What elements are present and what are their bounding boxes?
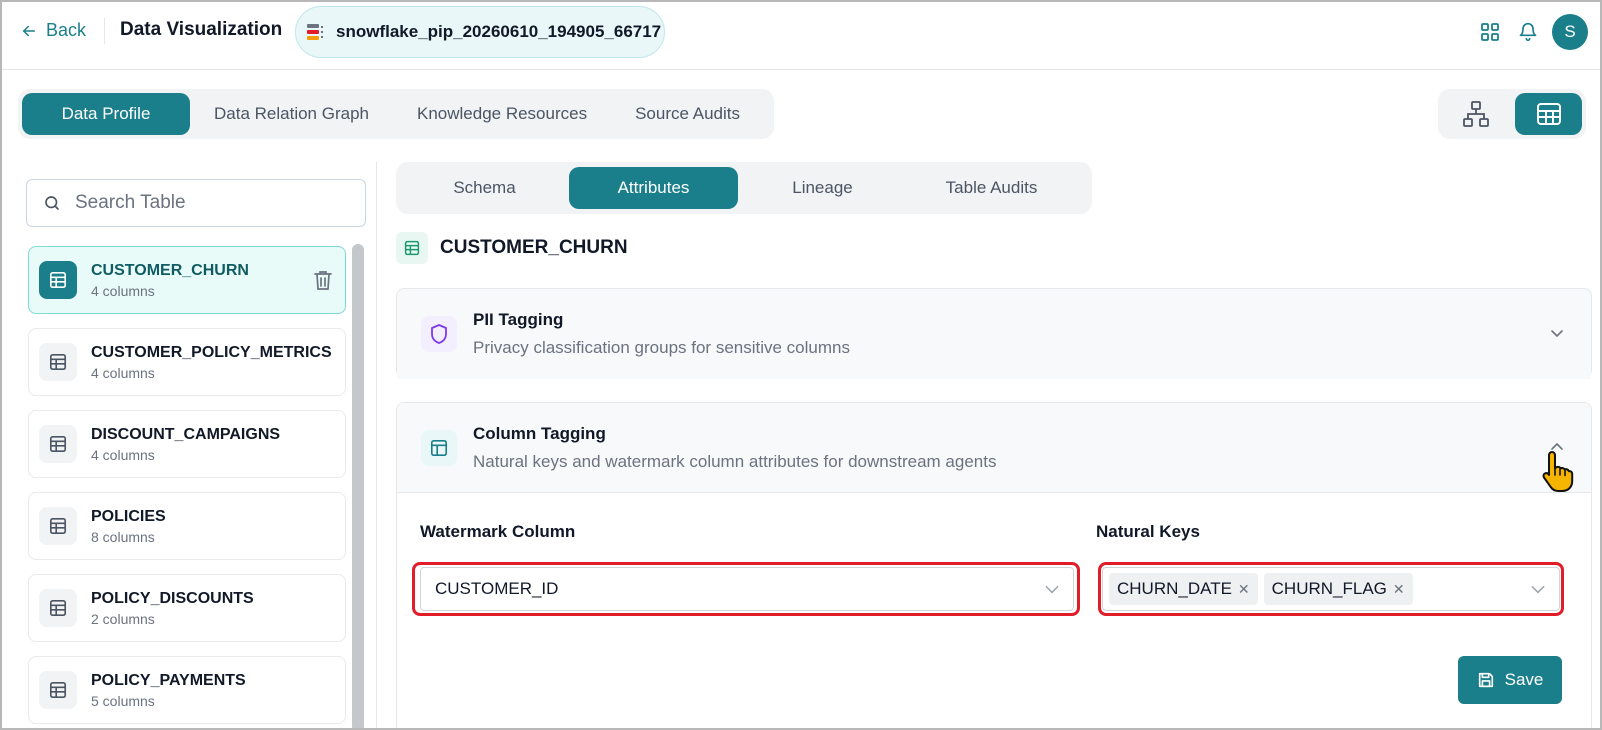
table-icon (39, 507, 77, 545)
table-name: DISCOUNT_CAMPAIGNS (91, 425, 281, 443)
table-grid-icon (1536, 103, 1561, 125)
panel-divider (376, 162, 377, 728)
table-name: POLICIES (91, 507, 166, 525)
back-button[interactable]: Back (20, 20, 86, 41)
graph-view-button[interactable] (1442, 93, 1509, 135)
tag-label: CHURN_DATE (1117, 579, 1232, 598)
save-label: Save (1504, 670, 1544, 689)
notifications-button[interactable] (1516, 20, 1540, 44)
table-list: CUSTOMER_CHURN 4 columns CUSTOMER_POLICY… (26, 246, 346, 728)
column-count: 4 columns (91, 446, 155, 463)
column-count: 4 columns (91, 364, 155, 381)
search-icon (45, 196, 59, 210)
main-tab-bar: Data Profile Data Relation Graph Knowled… (18, 89, 774, 139)
natural-keys-multiselect[interactable]: CHURN_DATE ✕ CHURN_FLAG ✕ (1102, 567, 1560, 611)
remove-tag-icon[interactable]: ✕ (1238, 581, 1250, 598)
pii-tagging-subtitle: Privacy classification groups for sensit… (473, 338, 850, 357)
table-icon (39, 589, 77, 627)
search-table-box (26, 179, 366, 227)
column-count: 5 columns (91, 692, 155, 709)
apps-grid-icon (1481, 23, 1499, 41)
watermark-column-label: Watermark Column (420, 522, 576, 541)
shield-icon (421, 316, 457, 352)
table-name: CUSTOMER_POLICY_METRICS (91, 343, 332, 361)
tab-data-profile[interactable]: Data Profile (22, 93, 190, 135)
natural-key-tag: CHURN_FLAG ✕ (1263, 573, 1413, 605)
table-item-customer-churn[interactable]: CUSTOMER_CHURN 4 columns (28, 246, 346, 314)
tab-table-audits[interactable]: Table Audits (907, 167, 1076, 209)
scrollbar-thumb[interactable] (352, 244, 364, 728)
table-item-policies[interactable]: POLICIES 8 columns (28, 492, 346, 560)
remove-tag-icon[interactable]: ✕ (1393, 581, 1405, 598)
watermark-column-select[interactable]: CUSTOMER_ID (420, 567, 1074, 611)
table-view-button[interactable] (1515, 93, 1582, 135)
table-icon (39, 425, 77, 463)
column-layout-icon (421, 429, 457, 466)
chevron-down-icon (1531, 585, 1545, 594)
connection-badge[interactable]: snowflake_pip_20260610_194905_66717 (295, 6, 665, 58)
chevron-down-icon (1045, 585, 1059, 594)
natural-keys-label: Natural Keys (1096, 522, 1200, 541)
divider (104, 18, 105, 44)
column-count: 8 columns (91, 528, 155, 545)
save-button[interactable]: Save (1458, 656, 1562, 704)
table-name: POLICY_DISCOUNTS (91, 589, 254, 607)
hand-pointer-cursor-icon (1542, 451, 1574, 492)
tag-label: CHURN_FLAG (1271, 579, 1387, 598)
table-name: POLICY_PAYMENTS (91, 671, 246, 689)
app-window: Back Data Visualization snowflake_pip_20… (0, 0, 1602, 730)
user-avatar[interactable]: S (1552, 14, 1588, 50)
view-toggle (1438, 89, 1586, 139)
column-count: 2 columns (91, 610, 155, 627)
table-icon (396, 232, 428, 264)
table-list-scrollbar[interactable] (352, 244, 364, 728)
bell-icon (1519, 22, 1537, 42)
connection-name: snowflake_pip_20260610_194905_66717 (336, 22, 662, 41)
table-icon (39, 261, 77, 299)
save-icon (1478, 672, 1493, 688)
watermark-column-value: CUSTOMER_ID (435, 579, 559, 598)
back-label: Back (46, 20, 87, 40)
tab-data-relation-graph[interactable]: Data Relation Graph (190, 93, 393, 135)
table-item-policy-discounts[interactable]: POLICY_DISCOUNTS 2 columns (28, 574, 346, 642)
selected-table-title: CUSTOMER_CHURN (440, 237, 628, 258)
column-count: 4 columns (91, 282, 155, 299)
trash-icon (314, 271, 332, 290)
delete-table-button[interactable] (313, 269, 333, 296)
selected-table-heading: CUSTOMER_CHURN (396, 232, 628, 264)
database-connection-icon (307, 24, 323, 40)
pii-tagging-title: PII Tagging (473, 310, 564, 329)
tab-knowledge-resources[interactable]: Knowledge Resources (393, 93, 611, 135)
pii-tagging-header[interactable]: PII Tagging Privacy classification group… (397, 289, 1591, 379)
top-bar: Back Data Visualization snowflake_pip_20… (2, 2, 1600, 70)
tab-schema[interactable]: Schema (400, 167, 569, 209)
apps-grid-button[interactable] (1478, 20, 1502, 44)
column-tagging-header[interactable]: Column Tagging Natural keys and watermar… (397, 403, 1591, 493)
sub-tab-bar: Schema Attributes Lineage Table Audits (396, 162, 1092, 214)
natural-key-tag: CHURN_DATE ✕ (1109, 573, 1258, 605)
arrow-left-icon (23, 25, 35, 36)
search-input[interactable] (75, 192, 325, 214)
tab-source-audits[interactable]: Source Audits (611, 93, 764, 135)
table-name: CUSTOMER_CHURN (91, 261, 249, 279)
tab-lineage[interactable]: Lineage (738, 167, 907, 209)
pii-tagging-section: PII Tagging Privacy classification group… (396, 288, 1592, 379)
table-item-customer-policy-metrics[interactable]: CUSTOMER_POLICY_METRICS 4 columns (28, 328, 346, 396)
chevron-down-icon[interactable] (1549, 325, 1565, 346)
table-icon (39, 343, 77, 381)
table-icon (39, 671, 77, 709)
column-tagging-subtitle: Natural keys and watermark column attrib… (473, 451, 997, 471)
hierarchy-icon (1462, 101, 1489, 127)
table-item-discount-campaigns[interactable]: DISCOUNT_CAMPAIGNS 4 columns (28, 410, 346, 478)
table-item-policy-payments[interactable]: POLICY_PAYMENTS 5 columns (28, 656, 346, 724)
tab-attributes[interactable]: Attributes (569, 167, 738, 209)
page-title: Data Visualization (120, 19, 283, 40)
column-tagging-title: Column Tagging (473, 423, 606, 443)
